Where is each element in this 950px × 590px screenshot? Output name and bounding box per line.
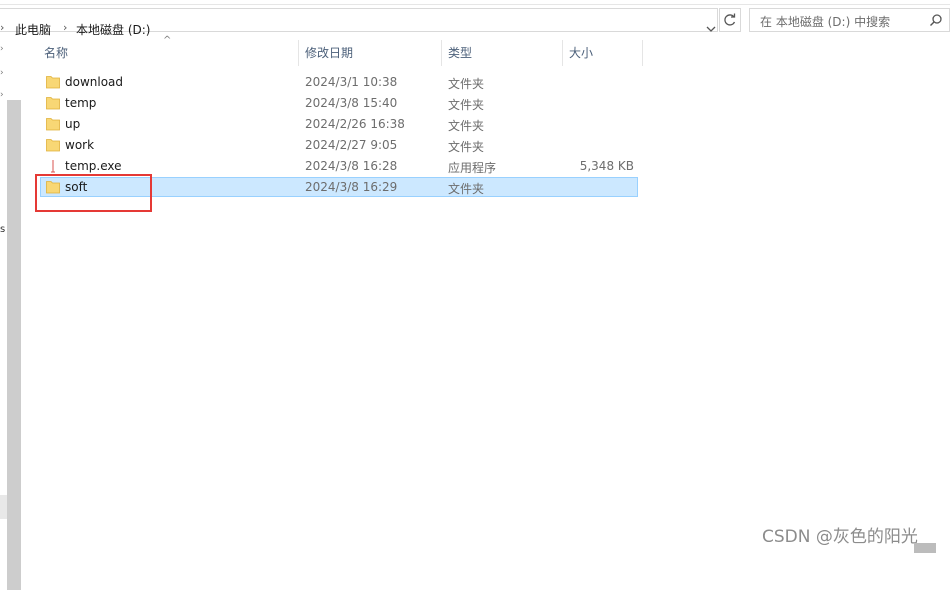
file-type: 文件夹 — [448, 98, 485, 112]
file-date: 2024/2/27 9:05 — [305, 138, 398, 152]
expand-chevron-icon[interactable]: › — [0, 90, 4, 100]
file-name: temp.exe — [65, 159, 122, 173]
corner-widget — [914, 543, 936, 553]
file-date: 2024/3/1 10:38 — [305, 75, 398, 89]
address-history-dropdown-icon[interactable] — [704, 21, 718, 37]
file-row-up[interactable]: up 2024/2/26 16:38 文件夹 — [40, 114, 638, 134]
file-date: 2024/3/8 16:29 — [305, 180, 398, 194]
address-bar-row: › 此电脑 › 本地磁盘 (D:) 在 本地磁盘 (D:) 中搜索 — [0, 0, 950, 40]
column-header-size[interactable]: 大小 — [569, 44, 593, 66]
file-row-temp[interactable]: temp 2024/3/8 15:40 文件夹 — [40, 93, 638, 113]
breadcrumb-this-pc[interactable]: 此电脑 — [15, 21, 51, 38]
search-input[interactable]: 在 本地磁盘 (D:) 中搜索 — [749, 8, 950, 32]
file-date: 2024/3/8 15:40 — [305, 96, 398, 110]
address-bar[interactable]: › 此电脑 › 本地磁盘 (D:) — [0, 8, 718, 37]
folder-icon — [46, 76, 60, 89]
search-placeholder: 在 本地磁盘 (D:) 中搜索 — [760, 15, 891, 29]
refresh-icon — [724, 13, 736, 26]
column-header-name[interactable]: 名称 — [44, 44, 68, 66]
expand-chevron-icon[interactable]: › — [0, 68, 4, 78]
breadcrumb-drive-d[interactable]: 本地磁盘 (D:) — [76, 21, 150, 38]
file-type: 文件夹 — [448, 182, 485, 196]
file-name: up — [65, 117, 81, 131]
file-date: 2024/2/26 16:38 — [305, 117, 405, 131]
expand-chevron-icon[interactable]: › — [0, 44, 4, 54]
annotation-highlight-box — [35, 174, 152, 212]
folder-icon — [46, 118, 60, 131]
column-divider[interactable] — [642, 40, 643, 66]
file-name: work — [65, 138, 95, 152]
file-type: 应用程序 — [448, 161, 497, 175]
file-row-download[interactable]: download 2024/3/1 10:38 文件夹 — [40, 72, 638, 92]
file-row-work[interactable]: work 2024/2/27 9:05 文件夹 — [40, 135, 638, 155]
breadcrumb-chevron-icon[interactable]: › — [63, 21, 67, 34]
file-type: 文件夹 — [448, 77, 485, 91]
column-header-date[interactable]: 修改日期 — [305, 44, 353, 66]
file-size: 5,348 KB — [579, 159, 634, 173]
file-type: 文件夹 — [448, 119, 485, 133]
column-divider[interactable] — [562, 40, 563, 66]
folder-icon — [46, 139, 60, 152]
navigation-pane: › › › s — [0, 40, 22, 590]
breadcrumb-chevron-icon[interactable]: › — [0, 21, 4, 34]
exe-icon — [51, 160, 55, 173]
file-date: 2024/3/8 16:28 — [305, 159, 398, 173]
sort-ascending-icon: ^ — [163, 35, 172, 46]
column-header-type[interactable]: 类型 — [448, 44, 472, 66]
navigation-scroll-track[interactable] — [0, 495, 7, 519]
file-type: 文件夹 — [448, 140, 485, 154]
file-name: download — [65, 75, 124, 89]
top-divider — [0, 4, 950, 5]
watermark: CSDN @灰色的阳光 — [762, 527, 918, 547]
navigation-scrollbar[interactable] — [7, 100, 21, 590]
column-divider[interactable] — [441, 40, 442, 66]
search-icon[interactable] — [929, 13, 943, 27]
file-name: temp — [65, 96, 97, 110]
folder-icon — [46, 97, 60, 110]
navigation-item-fragment[interactable]: s — [0, 224, 5, 235]
file-row-temp-exe[interactable]: temp.exe 2024/3/8 16:28 应用程序 5,348 KB — [40, 156, 638, 176]
refresh-button[interactable] — [719, 8, 741, 32]
column-divider[interactable] — [298, 40, 299, 66]
